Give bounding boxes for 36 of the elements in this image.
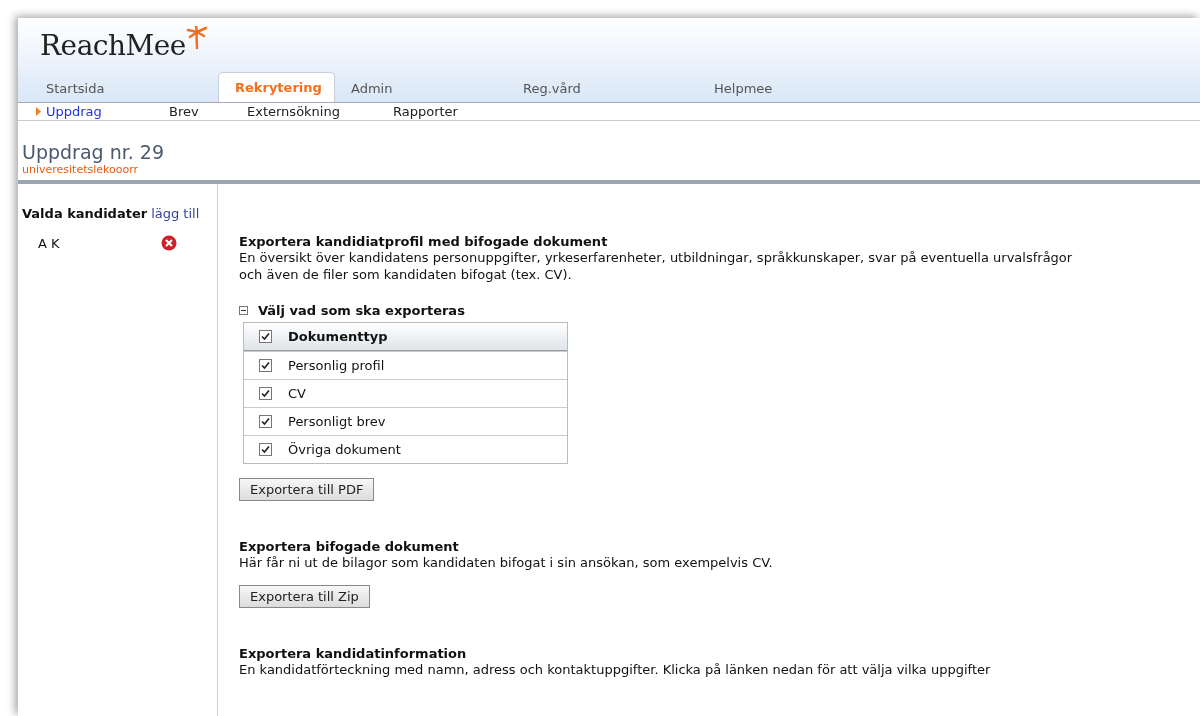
section-title: Exportera kandidiatprofil med bifogade dokument — [239, 234, 609, 249]
section-title: Exportera bifogade dokument — [239, 539, 460, 554]
subnav-link[interactable]: Brev — [169, 104, 199, 119]
export-button[interactable]: Exportera till PDF — [239, 478, 375, 501]
section-description: En översikt över kandidatens personuppgifter, yrkeserfarenheter, utbildningar, språkkunskaper, svar på eventuella urvalsfrågor och även de filer som kandidaten bifogat (tex. CV). — [239, 249, 1074, 283]
checkbox[interactable] — [259, 415, 272, 428]
section-description: Här får ni ut de bilagor som kandidaten bifogat i sin ansökan, som exempelvis CV. — [239, 554, 774, 571]
table-cell: CV — [288, 386, 306, 401]
subnav-link[interactable]: Uppdrag — [46, 104, 102, 119]
add-link[interactable]: lägg till — [151, 206, 200, 221]
collapse-icon[interactable] — [239, 306, 248, 315]
table-cell: Personlig profil — [288, 358, 385, 373]
checkbox[interactable] — [259, 443, 272, 456]
section-title: Exportera kandidatinformation — [239, 646, 468, 661]
nav-tab[interactable]: Helpmee — [698, 74, 818, 102]
table-cell: Övriga dokument — [288, 442, 401, 457]
logo: ReachMee — [40, 28, 186, 62]
nav-tab[interactable]: Admin — [335, 74, 507, 102]
checkbox[interactable] — [259, 387, 272, 400]
checkbox[interactable] — [259, 359, 272, 372]
remove-icon[interactable] — [161, 235, 177, 251]
sidebar-heading: Valda kandidater — [22, 206, 148, 221]
nav-tab[interactable]: Startsida — [30, 74, 218, 102]
subnav-link[interactable]: Externsökning — [247, 104, 340, 119]
page-subtitle: univeresitetslekooorr — [22, 163, 140, 176]
group-heading: Välj vad som ska exporteras — [258, 303, 465, 318]
export-button[interactable]: Exportera till Zip — [239, 585, 370, 608]
table-cell: Personligt brev — [288, 414, 386, 429]
column-header: Dokumenttyp — [288, 329, 388, 344]
nav-tab[interactable]: Reg.vård — [507, 74, 698, 102]
checkbox[interactable] — [259, 330, 272, 343]
subnav-link[interactable]: Rapporter — [393, 104, 458, 119]
page-title: Uppdrag nr. 29 — [22, 141, 165, 163]
candidate-name: A K — [38, 235, 60, 251]
palm-icon — [185, 26, 208, 50]
section-description: En kandidatförteckning med namn, adress och kontaktuppgifter. Klicka på länken nedan för att välja vilka uppgifter — [239, 661, 992, 678]
